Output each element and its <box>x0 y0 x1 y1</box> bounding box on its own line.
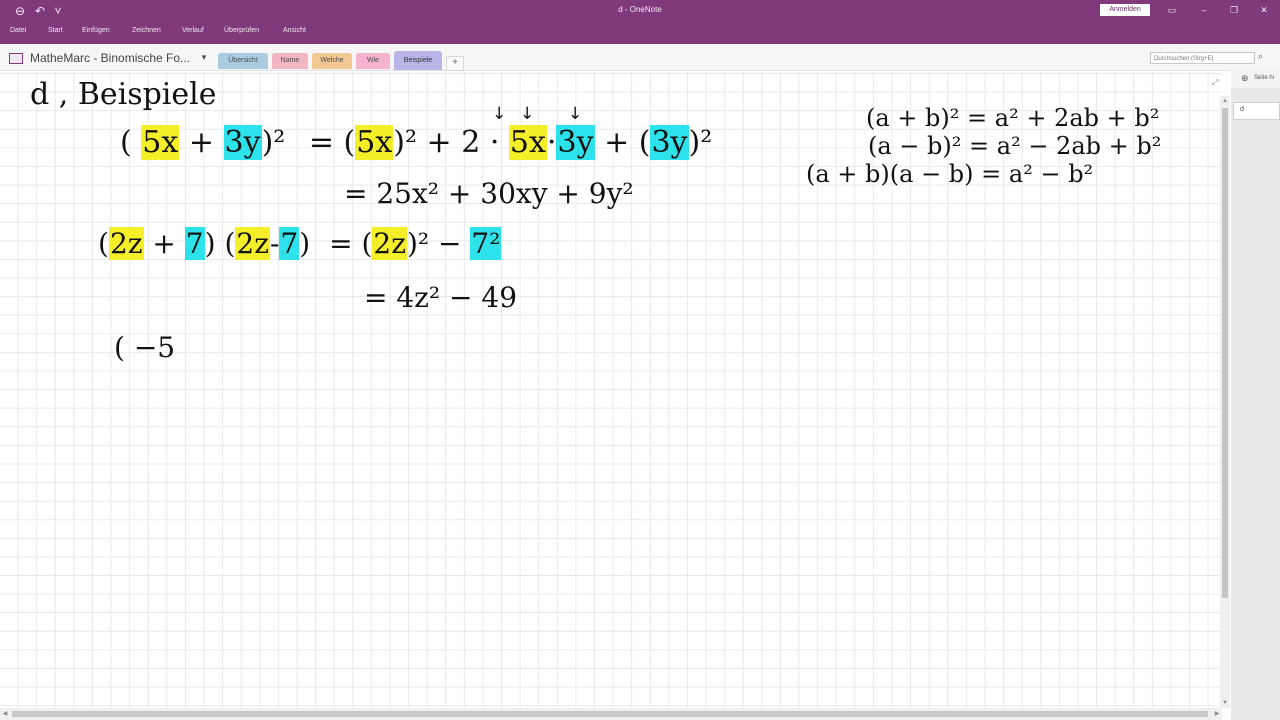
term-highlight: 5x <box>508 125 547 160</box>
undo-icon[interactable]: ↶ <box>32 3 48 19</box>
search-icon[interactable]: ⌕ <box>1258 51 1263 62</box>
note-heading: d , Beispiele <box>30 77 217 112</box>
paren-text: ) <box>299 227 311 260</box>
paren-text: ( <box>343 125 356 160</box>
operator-text: )² + 2 · <box>393 125 500 160</box>
vertical-scroll-thumb[interactable] <box>1222 108 1228 598</box>
menu-zeichnen[interactable]: Zeichnen <box>132 27 161 34</box>
scroll-down-icon[interactable]: ▼ <box>1220 698 1230 708</box>
term-highlight: 7 <box>279 227 300 260</box>
arrow-down-icon: ↓ <box>568 104 583 124</box>
operator-text: = <box>308 125 334 160</box>
paren-text: ) ( <box>204 227 236 260</box>
arrow-down-icon: ↓ <box>520 104 535 124</box>
term-highlight: 3y <box>650 125 689 160</box>
term-highlight: 7 <box>184 227 205 260</box>
plus-circle-icon[interactable]: ⊕ <box>1241 73 1249 84</box>
term-highlight: 2z <box>372 227 407 260</box>
ribbon-display-icon[interactable]: ▭ <box>1163 3 1181 17</box>
tab-uebersicht[interactable]: Übersicht <box>218 53 268 69</box>
term-highlight: 2z <box>235 227 270 260</box>
title-bar: ⊖ ↶ ˅ d - OneNote Anmelden ▭ – ❐ ✕ Datei… <box>0 0 1280 44</box>
minimize-icon[interactable]: – <box>1195 3 1213 17</box>
formula-1: (a + b)² = a² + 2ab + b² <box>866 104 1160 132</box>
search-input[interactable]: Durchsuchen (Strg+E) <box>1150 52 1255 64</box>
term-highlight: 3y <box>556 125 595 160</box>
operator-text: )² − <box>406 227 462 260</box>
operator-text: + <box>188 125 214 160</box>
example-3-start: ( −5 <box>114 331 176 364</box>
add-page-label[interactable]: Seite hi <box>1254 75 1274 81</box>
tab-wie[interactable]: Wie <box>356 53 390 69</box>
tab-name[interactable]: Name <box>272 53 308 69</box>
menu-ansicht[interactable]: Ansicht <box>283 27 306 34</box>
page-pane <box>1231 70 1280 720</box>
arrow-down-icon: ↓ <box>492 104 507 124</box>
formula-3: (a + b)(a − b) = a² − b² <box>806 160 1094 188</box>
term-highlight: 5x <box>141 125 180 160</box>
term-highlight: 7² <box>470 227 502 260</box>
expand-icon[interactable]: ⤢ <box>1212 78 1218 88</box>
signin-button[interactable]: Anmelden <box>1100 4 1150 16</box>
example-2-result: = 4z² − 49 <box>364 281 518 314</box>
menu-start[interactable]: Start <box>48 27 63 34</box>
paren-text: ( <box>120 125 132 160</box>
notebook-name[interactable]: MatheMarc - Binomische Fo... <box>30 51 190 65</box>
term-highlight: 3y <box>223 125 262 160</box>
window-title: d - OneNote <box>618 5 662 14</box>
menu-ueberpruefen[interactable]: Überprüfen <box>224 27 259 34</box>
operator-text: = ( <box>329 227 373 260</box>
formula-2: (a − b)² = a² − 2ab + b² <box>868 132 1162 160</box>
operator-text: - <box>269 227 280 260</box>
paren-text: )² <box>261 125 286 160</box>
operator-text: + <box>152 227 176 260</box>
section-bar: MatheMarc - Binomische Fo... ▼ Übersicht… <box>0 44 1280 71</box>
term-highlight: 5x <box>355 125 394 160</box>
back-icon[interactable]: ⊖ <box>12 3 28 19</box>
horizontal-scroll-thumb[interactable] <box>12 711 1208 717</box>
paren-text: ( <box>98 227 109 260</box>
menu-einfuegen[interactable]: Einfügen <box>82 27 110 34</box>
example-1-equation: ( 5x + 3y)² = (5x)² + 2 · 5x·3y + (3y)² <box>120 125 713 160</box>
scroll-up-icon[interactable]: ▲ <box>1220 96 1230 106</box>
quick-access-dropdown-icon[interactable]: ˅ <box>50 3 66 19</box>
scroll-left-icon[interactable]: ◀ <box>0 708 10 720</box>
operator-text: + ( <box>604 125 651 160</box>
tab-welche[interactable]: Welche <box>312 53 352 69</box>
notebook-icon <box>9 53 23 64</box>
chevron-down-icon[interactable]: ▼ <box>200 53 208 62</box>
page-list-item-label[interactable]: d <box>1240 106 1244 113</box>
menu-datei[interactable]: Datei <box>10 27 26 34</box>
example-1-result: = 25x² + 30xy + 9y² <box>344 177 634 210</box>
close-icon[interactable]: ✕ <box>1255 3 1273 17</box>
term-highlight: 2z <box>108 227 144 260</box>
menu-verlauf[interactable]: Verlauf <box>182 27 204 34</box>
tab-beispiele[interactable]: Beispiele <box>394 51 442 70</box>
scroll-right-icon[interactable]: ▶ <box>1212 708 1222 720</box>
add-section-button[interactable]: + <box>446 56 464 71</box>
paren-text: )² <box>688 125 713 160</box>
example-2-equation: (2z + 7) (2z-7) = (2z)² − 7² <box>98 227 502 260</box>
restore-icon[interactable]: ❐ <box>1225 3 1243 17</box>
